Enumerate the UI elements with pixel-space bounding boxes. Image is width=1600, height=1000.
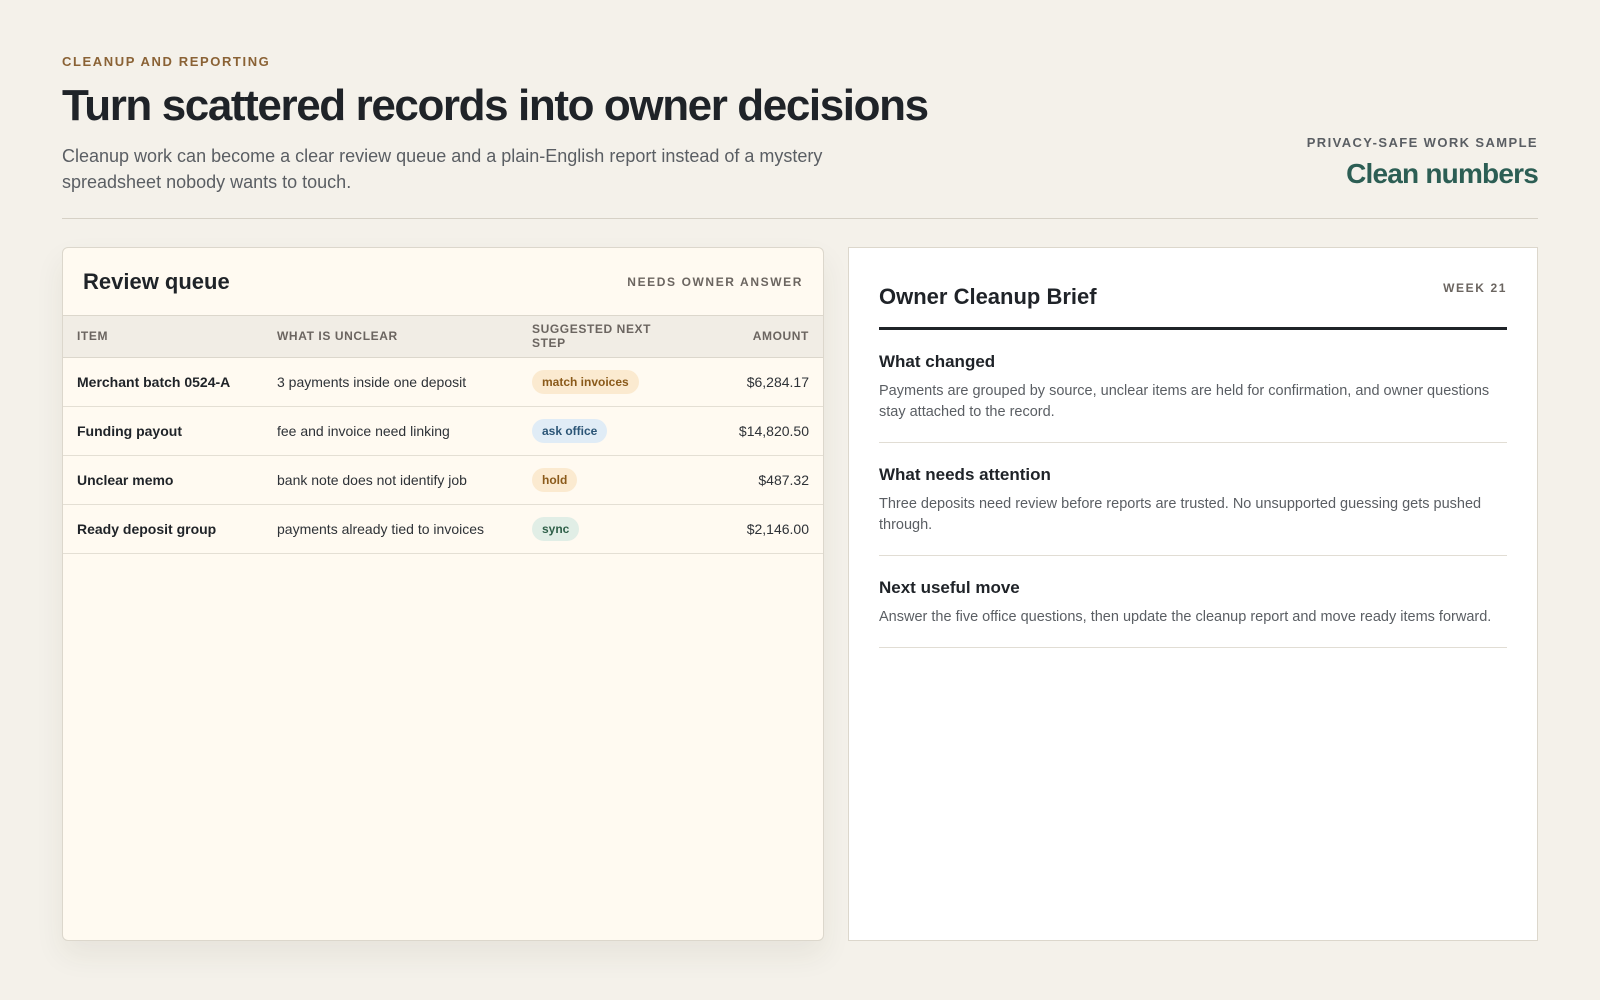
- review-queue-title: Review queue: [83, 268, 230, 294]
- column-header-unclear: WHAT IS UNCLEAR: [263, 316, 518, 358]
- table-row[interactable]: Merchant batch 0524-A 3 payments inside …: [63, 357, 823, 407]
- next-step-badge[interactable]: hold: [532, 467, 578, 492]
- row-step-cell: hold: [518, 455, 693, 505]
- row-item: Unclear memo: [63, 455, 263, 505]
- brief-section-heading: Next useful move: [879, 578, 1020, 597]
- sample-value: Clean numbers: [1346, 158, 1539, 189]
- row-item: Merchant batch 0524-A: [63, 357, 263, 407]
- review-queue-header: Review queue NEEDS OWNER ANSWER: [63, 248, 823, 316]
- brief-section-heading: What changed: [879, 352, 996, 371]
- brief-section-what-changed: What changed Payments are grouped by sou…: [879, 330, 1507, 443]
- page-eyebrow: CLEANUP AND REPORTING: [62, 54, 271, 69]
- row-amount: $6,284.17: [693, 357, 823, 407]
- column-header-item: ITEM: [63, 316, 263, 358]
- row-amount: $14,820.50: [693, 406, 823, 456]
- brief-title: Owner Cleanup Brief: [879, 284, 1097, 309]
- column-header-next-step: SUGGESTED NEXT STEP: [518, 316, 693, 358]
- table-row[interactable]: Funding payout fee and invoice need link…: [63, 406, 823, 456]
- page-title: Turn scattered records into owner decisi…: [62, 81, 929, 130]
- needs-owner-answer-label: NEEDS OWNER ANSWER: [627, 274, 803, 289]
- brief-section-body: Answer the five office questions, then u…: [879, 609, 1492, 625]
- row-unclear: bank note does not identify job: [263, 455, 518, 505]
- review-queue-table: ITEM WHAT IS UNCLEAR SUGGESTED NEXT STEP…: [63, 316, 823, 554]
- row-unclear: fee and invoice need linking: [263, 406, 518, 456]
- row-item: Ready deposit group: [63, 504, 263, 554]
- table-row[interactable]: Unclear memo bank note does not identify…: [63, 455, 823, 505]
- row-item: Funding payout: [63, 406, 263, 456]
- row-step-cell: match invoices: [518, 357, 693, 407]
- brief-section-next-move: Next useful move Answer the five office …: [879, 556, 1507, 648]
- row-amount: $487.32: [693, 455, 823, 505]
- table-header-row: ITEM WHAT IS UNCLEAR SUGGESTED NEXT STEP…: [63, 316, 823, 358]
- page-header: CLEANUP AND REPORTING Turn scattered rec…: [62, 54, 1539, 219]
- page-subtitle: Cleanup work can become a clear review q…: [62, 146, 823, 193]
- row-unclear: 3 payments inside one deposit: [263, 357, 518, 407]
- brief-section-body: Payments are grouped by source, unclear …: [879, 383, 1490, 420]
- sample-badge: PRIVACY-SAFE WORK SAMPLE Clean numbers: [1306, 135, 1539, 190]
- next-step-badge[interactable]: ask office: [532, 418, 608, 443]
- row-step-cell: ask office: [518, 406, 693, 456]
- next-step-badge[interactable]: sync: [532, 516, 580, 541]
- row-step-cell: sync: [518, 504, 693, 554]
- column-header-amount: AMOUNT: [693, 316, 823, 358]
- brief-week-label: WEEK 21: [1443, 281, 1507, 295]
- sample-label: PRIVACY-SAFE WORK SAMPLE: [1306, 135, 1538, 150]
- brief-header: Owner Cleanup Brief WEEK 21: [879, 248, 1507, 330]
- table-row[interactable]: Ready deposit group payments already tie…: [63, 504, 823, 554]
- row-unclear: payments already tied to invoices: [263, 504, 518, 554]
- owner-cleanup-brief-card: Owner Cleanup Brief WEEK 21 What changed…: [848, 247, 1538, 941]
- brief-section-needs-attention: What needs attention Three deposits need…: [879, 443, 1507, 556]
- row-amount: $2,146.00: [693, 504, 823, 554]
- review-queue-card: Review queue NEEDS OWNER ANSWER ITEM WHA…: [62, 247, 824, 941]
- brief-section-body: Three deposits need review before report…: [879, 496, 1482, 533]
- next-step-badge[interactable]: match invoices: [532, 369, 639, 394]
- brief-section-heading: What needs attention: [879, 465, 1051, 484]
